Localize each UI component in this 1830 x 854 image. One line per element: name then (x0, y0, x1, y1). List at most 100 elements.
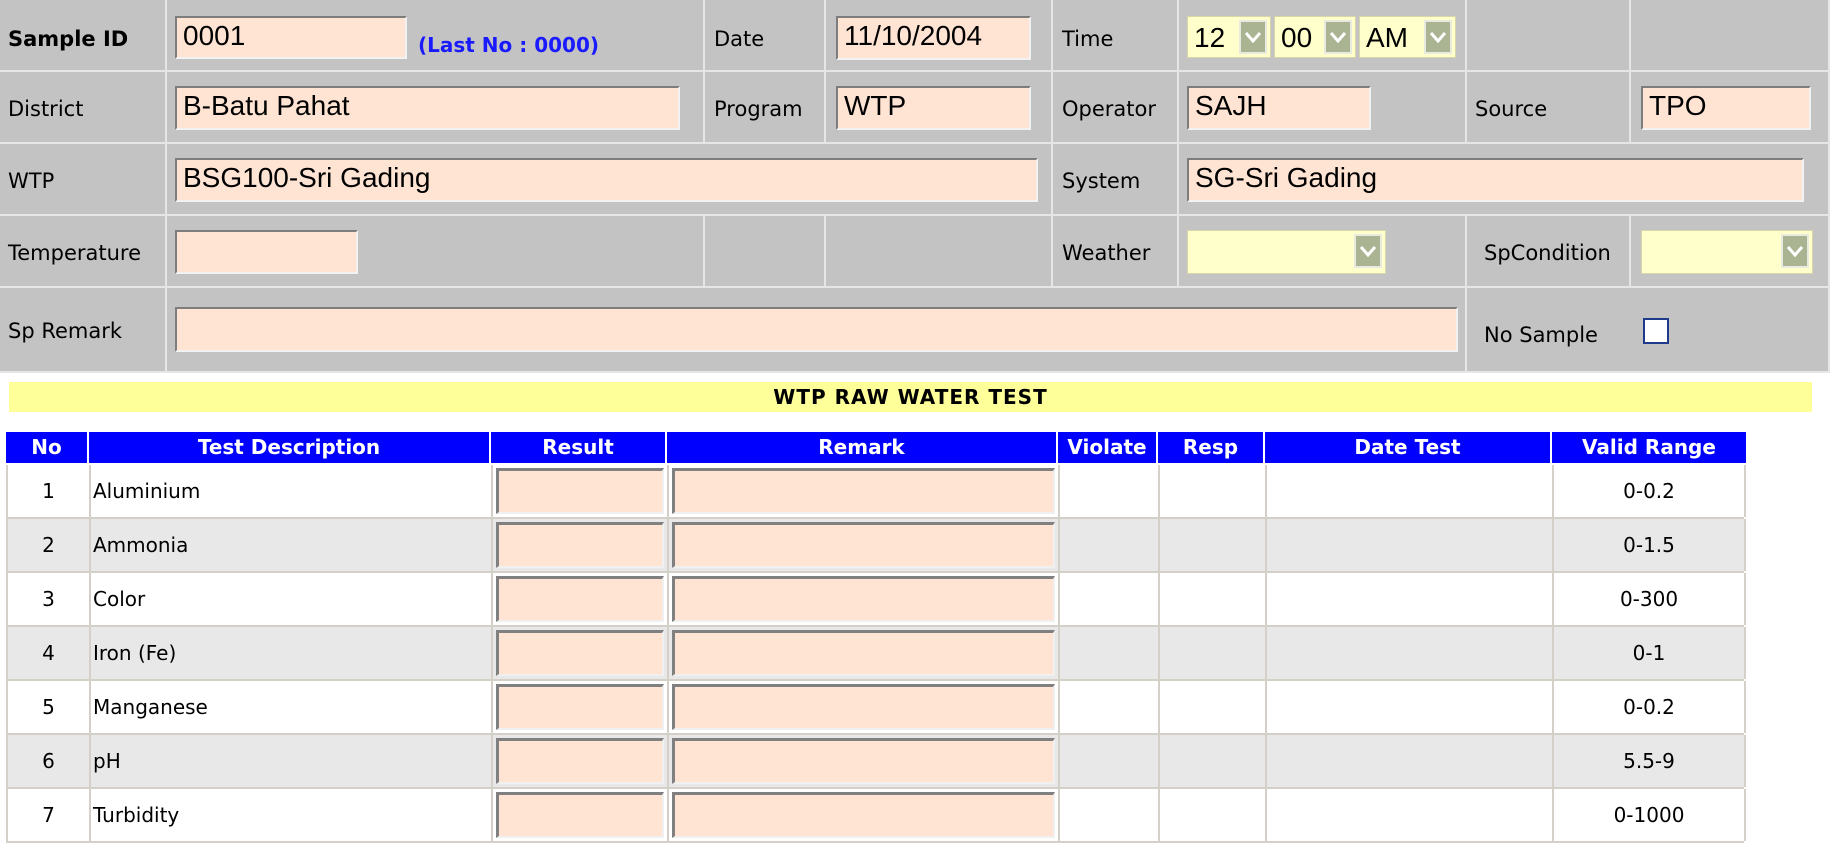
date-test-cell (1267, 519, 1554, 571)
result-input[interactable] (496, 576, 664, 622)
temperature-input[interactable] (175, 230, 358, 274)
source-input[interactable]: TPO (1641, 86, 1811, 130)
date-label: Date (714, 27, 765, 51)
chevron-down-icon[interactable] (1781, 234, 1809, 268)
column-header-valid-range: Valid Range (1552, 432, 1748, 463)
date-test-cell (1267, 465, 1554, 517)
table-row: 2 Ammonia 0-1.5 (6, 519, 1746, 573)
time-ampm-value: AM (1366, 22, 1408, 53)
program-label: Program (714, 97, 803, 121)
cell (1631, 0, 1830, 72)
result-cell (493, 789, 669, 841)
resp-cell (1160, 465, 1267, 517)
test-description: Iron (Fe) (91, 627, 493, 679)
time-ampm-select[interactable]: AM (1359, 16, 1456, 58)
result-input[interactable] (496, 792, 664, 838)
table-row: 4 Iron (Fe) 0-1 (6, 627, 1746, 681)
time-hour-value: 12 (1194, 22, 1226, 53)
operator-input[interactable]: SAJH (1187, 86, 1371, 130)
test-description: Color (91, 573, 493, 625)
date-input[interactable]: 11/10/2004 (836, 16, 1031, 60)
violate-cell (1060, 519, 1160, 571)
time-hour-select[interactable]: 12 (1187, 16, 1271, 58)
column-header-no: No (6, 432, 89, 463)
system-label: System (1062, 169, 1141, 193)
time-minute-value: 00 (1281, 22, 1313, 53)
time-minute-select[interactable]: 00 (1274, 16, 1356, 58)
result-input[interactable] (496, 522, 664, 568)
source-label: Source (1475, 97, 1548, 121)
table-row: 7 Turbidity 0-1000 (6, 789, 1746, 843)
remark-input[interactable] (672, 576, 1055, 622)
remark-input[interactable] (672, 684, 1055, 730)
valid-range: 0-1 (1554, 627, 1746, 679)
district-input[interactable]: B-Batu Pahat (175, 86, 680, 130)
date-test-cell (1267, 573, 1554, 625)
chevron-down-icon[interactable] (1424, 20, 1452, 54)
date-test-cell (1267, 789, 1554, 841)
program-input[interactable]: WTP (836, 86, 1031, 130)
remark-cell (669, 627, 1060, 679)
remark-cell (669, 789, 1060, 841)
result-input[interactable] (496, 684, 664, 730)
row-number: 5 (8, 681, 91, 733)
test-description: Turbidity (91, 789, 493, 841)
last-no-text: (Last No : 0000) (418, 33, 600, 57)
valid-range: 0-0.2 (1554, 465, 1746, 517)
result-input[interactable] (496, 630, 664, 676)
table-row: 5 Manganese 0-0.2 (6, 681, 1746, 735)
result-input[interactable] (496, 468, 664, 514)
remark-input[interactable] (672, 468, 1055, 514)
date-test-cell (1267, 627, 1554, 679)
date-test-cell (1267, 735, 1554, 787)
violate-cell (1060, 573, 1160, 625)
test-description: Manganese (91, 681, 493, 733)
system-input[interactable]: SG-Sri Gading (1187, 158, 1804, 202)
sample-header-form: Sample ID 0001 (Last No : 0000) Date 11/… (0, 0, 1830, 373)
violate-cell (1060, 735, 1160, 787)
weather-select[interactable] (1187, 230, 1386, 274)
resp-cell (1160, 519, 1267, 571)
no-sample-checkbox[interactable] (1643, 318, 1669, 344)
result-input[interactable] (496, 738, 664, 784)
column-header-resp: Resp (1158, 432, 1265, 463)
no-sample-label: No Sample (1484, 323, 1598, 347)
sp-remark-input[interactable] (175, 307, 1458, 352)
violate-cell (1060, 627, 1160, 679)
remark-cell (669, 519, 1060, 571)
remark-input[interactable] (672, 738, 1055, 784)
time-label: Time (1062, 27, 1114, 51)
resp-cell (1160, 573, 1267, 625)
result-cell (493, 573, 669, 625)
chevron-down-icon[interactable] (1239, 20, 1267, 54)
remark-input[interactable] (672, 792, 1055, 838)
resp-cell (1160, 735, 1267, 787)
remark-input[interactable] (672, 630, 1055, 676)
sample-id-input[interactable]: 0001 (175, 16, 407, 59)
spcondition-select[interactable] (1641, 230, 1813, 274)
row-number: 3 (8, 573, 91, 625)
chevron-down-icon[interactable] (1354, 234, 1382, 268)
remark-input[interactable] (672, 522, 1055, 568)
valid-range: 0-1000 (1554, 789, 1746, 841)
result-cell (493, 627, 669, 679)
row-number: 6 (8, 735, 91, 787)
operator-label: Operator (1062, 97, 1156, 121)
date-test-cell (1267, 681, 1554, 733)
temperature-label: Temperature (8, 241, 142, 265)
column-header-remark: Remark (667, 432, 1058, 463)
cell (1467, 0, 1631, 72)
test-description: Ammonia (91, 519, 493, 571)
resp-cell (1160, 627, 1267, 679)
wtp-label: WTP (8, 169, 55, 193)
test-description: pH (91, 735, 493, 787)
district-label: District (8, 97, 84, 121)
row-number: 2 (8, 519, 91, 571)
chevron-down-icon[interactable] (1324, 20, 1352, 54)
test-description: Aluminium (91, 465, 493, 517)
spcondition-label: SpCondition (1484, 241, 1611, 265)
cell (826, 216, 1053, 288)
valid-range: 0-0.2 (1554, 681, 1746, 733)
weather-label: Weather (1062, 241, 1151, 265)
wtp-input[interactable]: BSG100-Sri Gading (175, 158, 1038, 202)
